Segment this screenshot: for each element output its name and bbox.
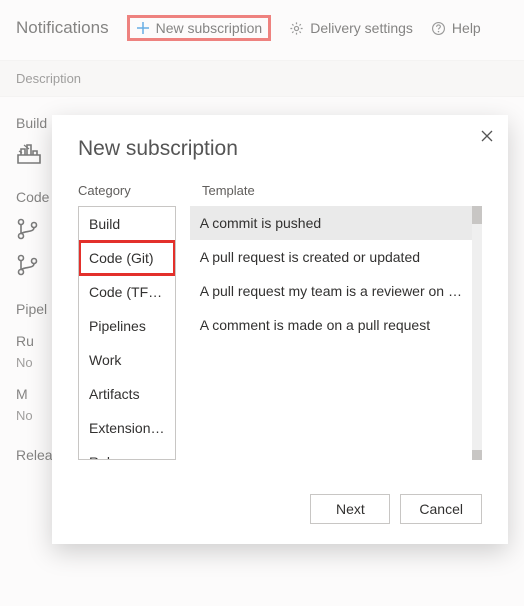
category-item[interactable]: Artifacts (79, 377, 175, 411)
template-item[interactable]: A comment is made on a pull request (190, 308, 472, 342)
modal-backdrop: New subscription Category Template Build… (0, 0, 524, 606)
template-label: Template (202, 183, 255, 198)
category-item[interactable]: Build (79, 207, 175, 241)
category-list[interactable]: BuildCode (Git)Code (TFVC)PipelinesWorkA… (78, 206, 176, 460)
cancel-button[interactable]: Cancel (400, 494, 482, 524)
category-item[interactable]: Work (79, 343, 175, 377)
template-item[interactable]: A pull request is created or updated (190, 240, 472, 274)
next-button[interactable]: Next (310, 494, 390, 524)
template-item[interactable]: A pull request my team is a reviewer on … (190, 274, 472, 308)
new-subscription-dialog: New subscription Category Template Build… (52, 115, 508, 544)
category-item[interactable]: Pipelines (79, 309, 175, 343)
category-item[interactable]: Extension … (79, 411, 175, 445)
category-item[interactable]: Code (Git) (79, 241, 175, 275)
category-item[interactable]: Code (TFVC) (79, 275, 175, 309)
category-label: Category (78, 183, 186, 198)
category-item[interactable]: Release (79, 445, 175, 460)
template-list-wrap: A commit is pushedA pull request is crea… (190, 206, 482, 460)
column-labels: Category Template (78, 183, 482, 198)
template-list[interactable]: A commit is pushedA pull request is crea… (190, 206, 472, 460)
close-button[interactable] (480, 129, 494, 143)
template-item[interactable]: A commit is pushed (190, 206, 472, 240)
dialog-title: New subscription (78, 137, 482, 161)
close-icon (480, 129, 494, 143)
